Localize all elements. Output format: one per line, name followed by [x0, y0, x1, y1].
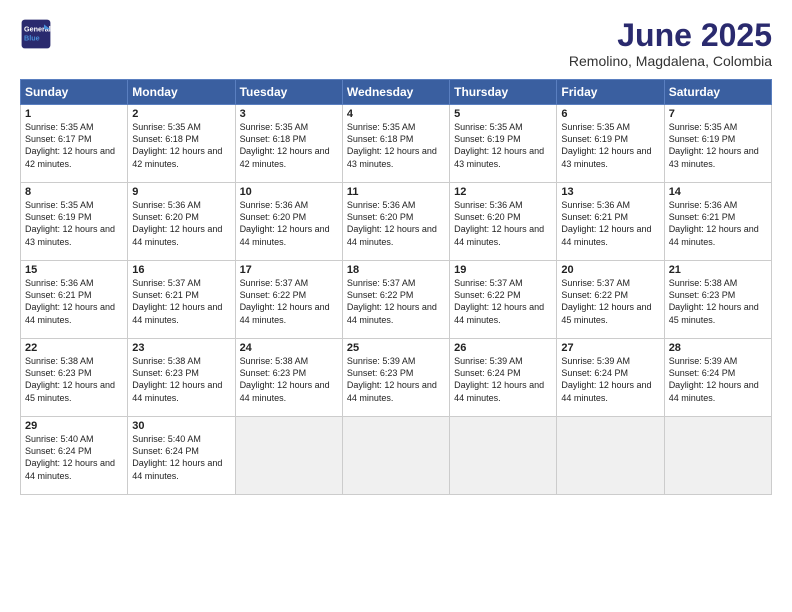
- col-wednesday: Wednesday: [342, 80, 449, 105]
- table-row: 3 Sunrise: 5:35 AMSunset: 6:18 PMDayligh…: [235, 105, 342, 183]
- col-monday: Monday: [128, 80, 235, 105]
- table-row: 17 Sunrise: 5:37 AMSunset: 6:22 PMDaylig…: [235, 261, 342, 339]
- calendar-week-3: 15 Sunrise: 5:36 AMSunset: 6:21 PMDaylig…: [21, 261, 772, 339]
- table-row: 8 Sunrise: 5:35 AMSunset: 6:19 PMDayligh…: [21, 183, 128, 261]
- table-row: 10 Sunrise: 5:36 AMSunset: 6:20 PMDaylig…: [235, 183, 342, 261]
- table-row: 5 Sunrise: 5:35 AMSunset: 6:19 PMDayligh…: [450, 105, 557, 183]
- table-row: 11 Sunrise: 5:36 AMSunset: 6:20 PMDaylig…: [342, 183, 449, 261]
- empty-cell: [557, 417, 664, 495]
- logo: General Blue: [20, 18, 52, 50]
- table-row: 26 Sunrise: 5:39 AMSunset: 6:24 PMDaylig…: [450, 339, 557, 417]
- table-row: 18 Sunrise: 5:37 AMSunset: 6:22 PMDaylig…: [342, 261, 449, 339]
- title-block: June 2025 Remolino, Magdalena, Colombia: [569, 18, 772, 69]
- table-row: 27 Sunrise: 5:39 AMSunset: 6:24 PMDaylig…: [557, 339, 664, 417]
- location-title: Remolino, Magdalena, Colombia: [569, 53, 772, 69]
- table-row: 23 Sunrise: 5:38 AMSunset: 6:23 PMDaylig…: [128, 339, 235, 417]
- table-row: 12 Sunrise: 5:36 AMSunset: 6:20 PMDaylig…: [450, 183, 557, 261]
- page: General Blue June 2025 Remolino, Magdale…: [0, 0, 792, 612]
- table-row: 29 Sunrise: 5:40 AMSunset: 6:24 PMDaylig…: [21, 417, 128, 495]
- calendar-week-4: 22 Sunrise: 5:38 AMSunset: 6:23 PMDaylig…: [21, 339, 772, 417]
- table-row: 9 Sunrise: 5:36 AMSunset: 6:20 PMDayligh…: [128, 183, 235, 261]
- calendar-week-5: 29 Sunrise: 5:40 AMSunset: 6:24 PMDaylig…: [21, 417, 772, 495]
- table-row: 4 Sunrise: 5:35 AMSunset: 6:18 PMDayligh…: [342, 105, 449, 183]
- calendar-week-2: 8 Sunrise: 5:35 AMSunset: 6:19 PMDayligh…: [21, 183, 772, 261]
- header: General Blue June 2025 Remolino, Magdale…: [20, 18, 772, 69]
- table-row: 13 Sunrise: 5:36 AMSunset: 6:21 PMDaylig…: [557, 183, 664, 261]
- empty-cell: [235, 417, 342, 495]
- table-row: 30 Sunrise: 5:40 AMSunset: 6:24 PMDaylig…: [128, 417, 235, 495]
- col-sunday: Sunday: [21, 80, 128, 105]
- table-row: 21 Sunrise: 5:38 AMSunset: 6:23 PMDaylig…: [664, 261, 771, 339]
- svg-text:Blue: Blue: [24, 33, 40, 42]
- table-row: 2 Sunrise: 5:35 AMSunset: 6:18 PMDayligh…: [128, 105, 235, 183]
- logo-icon: General Blue: [20, 18, 52, 50]
- empty-cell: [342, 417, 449, 495]
- table-row: 22 Sunrise: 5:38 AMSunset: 6:23 PMDaylig…: [21, 339, 128, 417]
- col-saturday: Saturday: [664, 80, 771, 105]
- empty-cell: [450, 417, 557, 495]
- table-row: 24 Sunrise: 5:38 AMSunset: 6:23 PMDaylig…: [235, 339, 342, 417]
- col-tuesday: Tuesday: [235, 80, 342, 105]
- table-row: 25 Sunrise: 5:39 AMSunset: 6:23 PMDaylig…: [342, 339, 449, 417]
- header-row: Sunday Monday Tuesday Wednesday Thursday…: [21, 80, 772, 105]
- table-row: 15 Sunrise: 5:36 AMSunset: 6:21 PMDaylig…: [21, 261, 128, 339]
- empty-cell: [664, 417, 771, 495]
- table-row: 19 Sunrise: 5:37 AMSunset: 6:22 PMDaylig…: [450, 261, 557, 339]
- table-row: 6 Sunrise: 5:35 AMSunset: 6:19 PMDayligh…: [557, 105, 664, 183]
- table-row: 7 Sunrise: 5:35 AMSunset: 6:19 PMDayligh…: [664, 105, 771, 183]
- col-friday: Friday: [557, 80, 664, 105]
- calendar-table: Sunday Monday Tuesday Wednesday Thursday…: [20, 79, 772, 495]
- calendar-week-1: 1 Sunrise: 5:35 AMSunset: 6:17 PMDayligh…: [21, 105, 772, 183]
- table-row: 20 Sunrise: 5:37 AMSunset: 6:22 PMDaylig…: [557, 261, 664, 339]
- table-row: 1 Sunrise: 5:35 AMSunset: 6:17 PMDayligh…: [21, 105, 128, 183]
- table-row: 28 Sunrise: 5:39 AMSunset: 6:24 PMDaylig…: [664, 339, 771, 417]
- table-row: 16 Sunrise: 5:37 AMSunset: 6:21 PMDaylig…: [128, 261, 235, 339]
- table-row: 14 Sunrise: 5:36 AMSunset: 6:21 PMDaylig…: [664, 183, 771, 261]
- month-title: June 2025: [569, 18, 772, 53]
- col-thursday: Thursday: [450, 80, 557, 105]
